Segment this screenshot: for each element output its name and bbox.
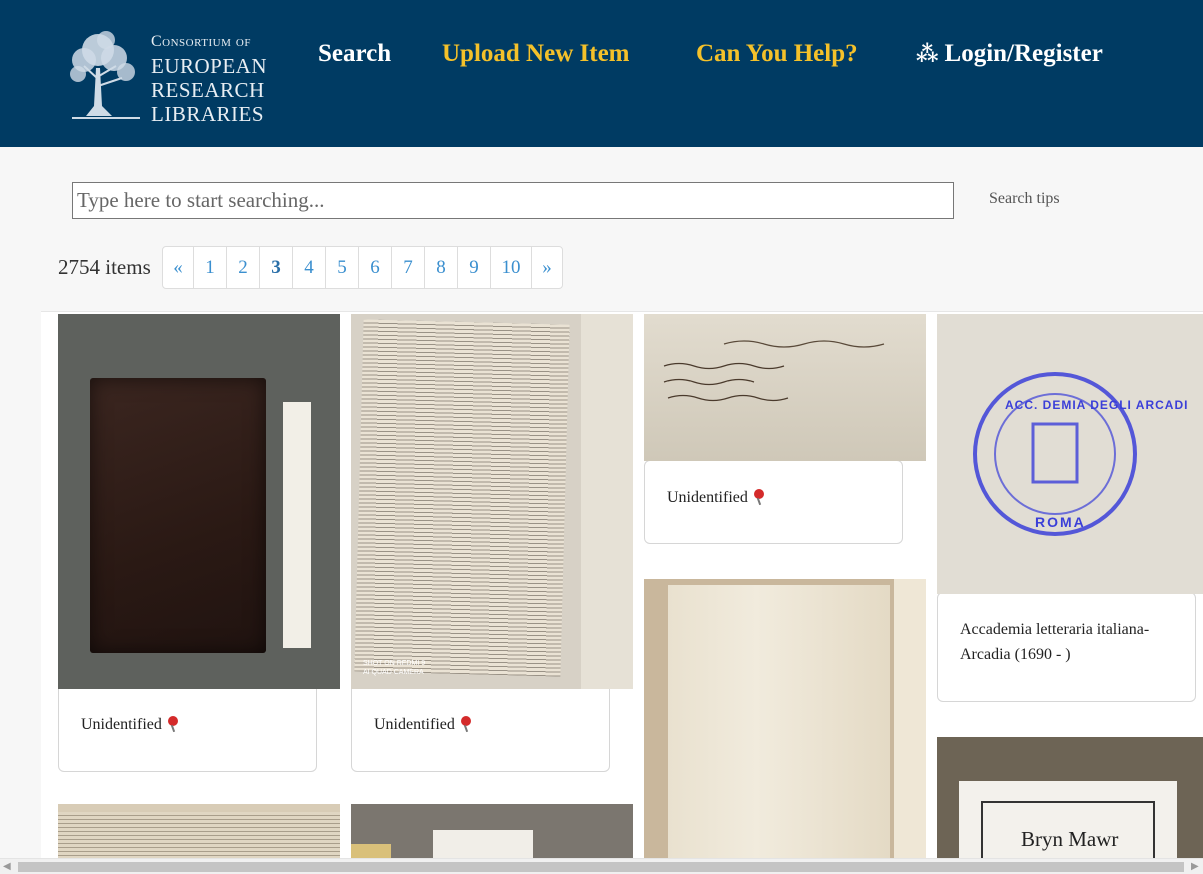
item-label: Unidentified — [667, 485, 764, 510]
pagination-page-1[interactable]: 1 — [193, 246, 227, 289]
scroll-left-icon[interactable]: ◀ — [3, 861, 11, 872]
item-label: Unidentified — [81, 712, 178, 737]
book-edge — [351, 844, 391, 858]
pagination-prev[interactable]: « — [162, 246, 194, 289]
pagination-page-8[interactable]: 8 — [424, 246, 458, 289]
stamp-graphic — [973, 372, 1137, 536]
bookplate-text: Bryn Mawr — [1021, 827, 1119, 851]
scroll-right-icon[interactable]: ▶ — [1191, 861, 1199, 872]
pagination-page-3-current[interactable]: 3 — [259, 246, 293, 289]
nav-login-link[interactable]: ⁂ Login/Register — [916, 40, 1103, 68]
facing-page — [894, 579, 926, 858]
stamp-text: ACC. DEMIA DEGLI ARCADI — [1005, 398, 1189, 412]
logo-line-1: Consortium of — [151, 33, 251, 50]
pagination: « 1 2 3 4 5 6 7 8 9 10 » — [162, 246, 563, 289]
stamp-city: ROMA — [1035, 514, 1086, 530]
pagination-page-2[interactable]: 2 — [226, 246, 260, 289]
pin-icon — [460, 716, 471, 726]
logo-line-4: LIBRARIES — [151, 102, 265, 126]
results-count: 2754 items — [58, 255, 151, 279]
handwriting-marks — [663, 340, 885, 402]
item-label: Accademia letteraria italiana-Arcadia (1… — [960, 621, 1150, 663]
pagination-page-6[interactable]: 6 — [358, 246, 392, 289]
pagination-page-10[interactable]: 10 — [490, 246, 532, 289]
nav-search-link[interactable]: Search — [318, 40, 391, 68]
shelf-label — [433, 830, 533, 858]
book-cover — [90, 378, 266, 653]
item-image-bookplate[interactable]: Bryn Mawr — [937, 737, 1203, 858]
pin-icon — [167, 716, 178, 726]
pagination-page-4[interactable]: 4 — [292, 246, 326, 289]
nav-help-link[interactable]: Can You Help? — [696, 40, 858, 68]
nav-login-label: Login/Register — [944, 40, 1103, 67]
text-lines — [58, 812, 340, 858]
pagination-page-9[interactable]: 9 — [457, 246, 491, 289]
scrollbar-thumb[interactable] — [18, 862, 1184, 872]
pagination-page-7[interactable]: 7 — [391, 246, 425, 289]
logo-line-3: RESEARCH — [151, 78, 265, 102]
item-image-printed-page[interactable]: SHOT ON REDMI 9 AI QUAD CAMERA — [351, 314, 633, 689]
results-grid: Unidentified Unidentified SHOT ON REDMI … — [41, 311, 1203, 858]
logo-wordmark: Consortium of EUROPEAN RESEARCH LIBRARIE… — [151, 30, 267, 126]
search-tips-link[interactable]: Search tips — [989, 190, 1060, 208]
item-image-printed-partial[interactable] — [58, 804, 340, 858]
nav-upload-link[interactable]: Upload New Item — [442, 40, 630, 68]
camera-watermark: SHOT ON REDMI 9 AI QUAD CAMERA — [363, 660, 426, 676]
item-image-label-partial[interactable] — [351, 804, 633, 858]
item-card[interactable]: Accademia letteraria italiana-Arcadia (1… — [937, 592, 1196, 702]
item-image-stained-page[interactable] — [644, 579, 926, 858]
people-icon: ⁂ — [916, 41, 939, 66]
item-image-stamp[interactable]: ACC. DEMIA DEGLI ARCADI ROMA — [937, 314, 1203, 594]
item-card[interactable]: Unidentified — [644, 460, 903, 544]
open-page — [668, 585, 890, 858]
horizontal-scrollbar[interactable]: ◀ ▶ — [0, 858, 1203, 874]
paper-slip — [283, 402, 311, 648]
pagination-page-5[interactable]: 5 — [325, 246, 359, 289]
page-margin — [581, 314, 633, 689]
item-label: Unidentified — [374, 712, 471, 737]
tree-logo-icon — [70, 31, 140, 119]
item-image-inscription[interactable] — [644, 314, 926, 461]
site-header: Consortium of EUROPEAN RESEARCH LIBRARIE… — [0, 0, 1203, 147]
item-image-book[interactable] — [58, 314, 340, 689]
text-block — [354, 319, 570, 677]
logo-line-2: EUROPEAN — [151, 54, 268, 78]
pin-icon — [753, 489, 764, 499]
search-input[interactable] — [72, 182, 954, 219]
pagination-next[interactable]: » — [531, 246, 563, 289]
cerl-logo[interactable]: Consortium of EUROPEAN RESEARCH LIBRARIE… — [66, 28, 286, 126]
